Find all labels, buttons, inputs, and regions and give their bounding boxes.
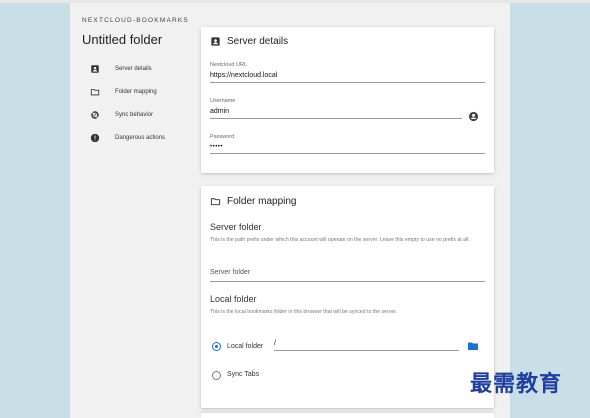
- field-underline: [210, 281, 485, 282]
- local-folder-radio[interactable]: [212, 342, 221, 351]
- watermark-text: 最需教育: [470, 371, 563, 397]
- sidebar-item-label: Dangerous actions: [115, 134, 166, 141]
- sync-tabs-radio[interactable]: [212, 371, 221, 380]
- password-field[interactable]: Password •••••: [210, 134, 485, 154]
- nextcloud-url-field[interactable]: Nextcloud URL https://nextcloud.local: [210, 62, 485, 83]
- field-underline: [210, 118, 462, 119]
- local-folder-description: This is the local bookmarks folder in th…: [210, 309, 398, 315]
- local-folder-radio-label[interactable]: Local folder: [227, 343, 263, 350]
- server-details-header: Server details: [210, 36, 288, 47]
- sidebar-nav: Server details Folder mapping Sync behav…: [82, 57, 197, 149]
- sidebar-item-folder-mapping[interactable]: Folder mapping: [82, 80, 197, 103]
- account-title: Untitled folder: [82, 32, 163, 47]
- folder-mapping-card: Folder mapping Server folder This is the…: [201, 186, 494, 408]
- alert-circle-icon: [90, 133, 100, 143]
- field-label: Nextcloud URL: [210, 62, 247, 68]
- field-label: Username: [210, 98, 236, 104]
- next-card-edge: [201, 413, 494, 418]
- local-folder-path-field[interactable]: /: [274, 340, 459, 351]
- local-folder-heading: Local folder: [210, 294, 257, 304]
- sidebar-item-label: Folder mapping: [115, 88, 157, 95]
- server-folder-heading: Server folder: [210, 222, 262, 232]
- password-input[interactable]: •••••: [210, 144, 485, 150]
- account-box-icon: [90, 64, 100, 74]
- account-box-icon: [210, 36, 221, 47]
- sidebar: NEXTCLOUD-BOOKMARKS Untitled folder Serv…: [82, 17, 197, 149]
- sync-off-icon: [90, 110, 100, 120]
- field-underline: [210, 153, 485, 154]
- local-folder-path-value[interactable]: /: [274, 340, 459, 347]
- server-folder-description: This is the path prefix under which this…: [210, 237, 470, 243]
- card-title: Server details: [227, 36, 289, 47]
- username-field[interactable]: Username admin: [210, 98, 462, 119]
- field-label: Password: [210, 134, 235, 140]
- field-underline: [210, 82, 485, 83]
- options-page: NEXTCLOUD-BOOKMARKS Untitled folder Serv…: [70, 3, 510, 418]
- sidebar-item-dangerous-actions[interactable]: Dangerous actions: [82, 126, 197, 149]
- card-title: Folder mapping: [227, 196, 297, 207]
- sidebar-item-label: Sync behavior: [115, 111, 154, 118]
- sidebar-item-server-details[interactable]: Server details: [82, 57, 197, 80]
- server-details-card: Server details Nextcloud URL https://nex…: [201, 27, 494, 173]
- folder-picker-icon[interactable]: [467, 340, 479, 352]
- folder-icon: [210, 196, 221, 207]
- sync-tabs-radio-label[interactable]: Sync Tabs: [227, 371, 259, 378]
- server-folder-input[interactable]: Server folder: [210, 269, 485, 276]
- sidebar-item-sync-behavior[interactable]: Sync behavior: [82, 103, 197, 126]
- app-name: NEXTCLOUD-BOOKMARKS: [82, 17, 189, 24]
- server-folder-field[interactable]: Server folder: [210, 265, 485, 282]
- sidebar-item-label: Server details: [115, 65, 152, 72]
- field-underline: [274, 350, 459, 351]
- folder-mapping-header: Folder mapping: [210, 196, 296, 207]
- username-input[interactable]: admin: [210, 108, 462, 115]
- folder-icon: [90, 87, 100, 97]
- account-circle-icon[interactable]: [468, 111, 479, 122]
- nextcloud-url-input[interactable]: https://nextcloud.local: [210, 72, 485, 79]
